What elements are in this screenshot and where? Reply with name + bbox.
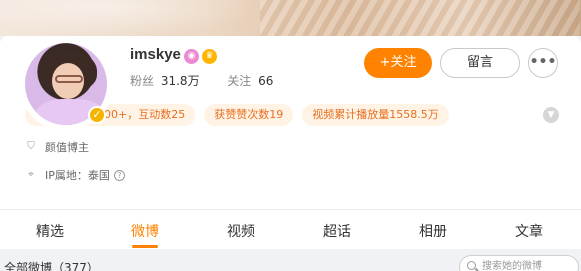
shield-icon: ⛉ [27, 141, 35, 152]
profile-banner [0, 0, 581, 36]
banner-pattern [260, 0, 580, 36]
chevron-down-icon[interactable]: ▼ [543, 107, 559, 123]
member-icon[interactable]: ◉ [184, 49, 199, 64]
tab-super-topic[interactable]: 超话 [323, 221, 351, 241]
active-tab-indicator [132, 245, 158, 248]
search-input[interactable]: 搜索她的微博 [459, 255, 579, 271]
all-posts-label: 全部微博（377） [4, 261, 99, 271]
tab-articles[interactable]: 文章 [515, 221, 543, 241]
stats-row: 粉丝 31.8万 关注 66 [130, 72, 276, 89]
verified-icon: ✓ [88, 106, 106, 124]
username: imskye [130, 46, 181, 63]
profile-card: ✓ imskye ◉ ♛ 粉丝 31.8万 关注 66 +关注 留言 ••• 昨… [0, 36, 581, 249]
help-icon[interactable]: ? [113, 169, 125, 181]
ip-label: IP属地：泰国 [45, 169, 110, 182]
following-label: 关注 [227, 74, 252, 88]
tag-video-plays[interactable]: 视频累计播放量1558.5万 [302, 104, 449, 126]
title-label: 颜值博主 [45, 141, 89, 154]
divider [0, 209, 581, 210]
more-options-button[interactable]: ••• [528, 48, 558, 78]
tab-video[interactable]: 视频 [227, 221, 255, 241]
fans-label: 粉丝 [130, 74, 155, 88]
search-placeholder: 搜索她的微博 [482, 261, 542, 271]
tab-album[interactable]: 相册 [419, 221, 447, 241]
tab-featured[interactable]: 精选 [36, 221, 64, 241]
crown-icon[interactable]: ♛ [202, 49, 217, 64]
banner-highlight [0, 0, 260, 36]
tab-bar: 精选 微博 视频 超话 相册 文章 [0, 211, 581, 249]
tab-weibo[interactable]: 微博 [131, 221, 159, 241]
info-ip-row: ⌖ IP属地：泰国 ? [25, 167, 125, 183]
avatar-glasses [55, 75, 83, 83]
location-icon: ⌖ [28, 169, 34, 180]
tag-likes[interactable]: 获赞赞次数19 [204, 104, 294, 126]
fans-count[interactable]: 31.8万 [161, 74, 200, 88]
following-count[interactable]: 66 [258, 74, 273, 88]
info-title-row: ⛉ 颜值博主 [25, 139, 89, 155]
search-icon [467, 261, 476, 270]
message-button[interactable]: 留言 [440, 48, 520, 78]
follow-button[interactable]: +关注 [364, 48, 432, 78]
